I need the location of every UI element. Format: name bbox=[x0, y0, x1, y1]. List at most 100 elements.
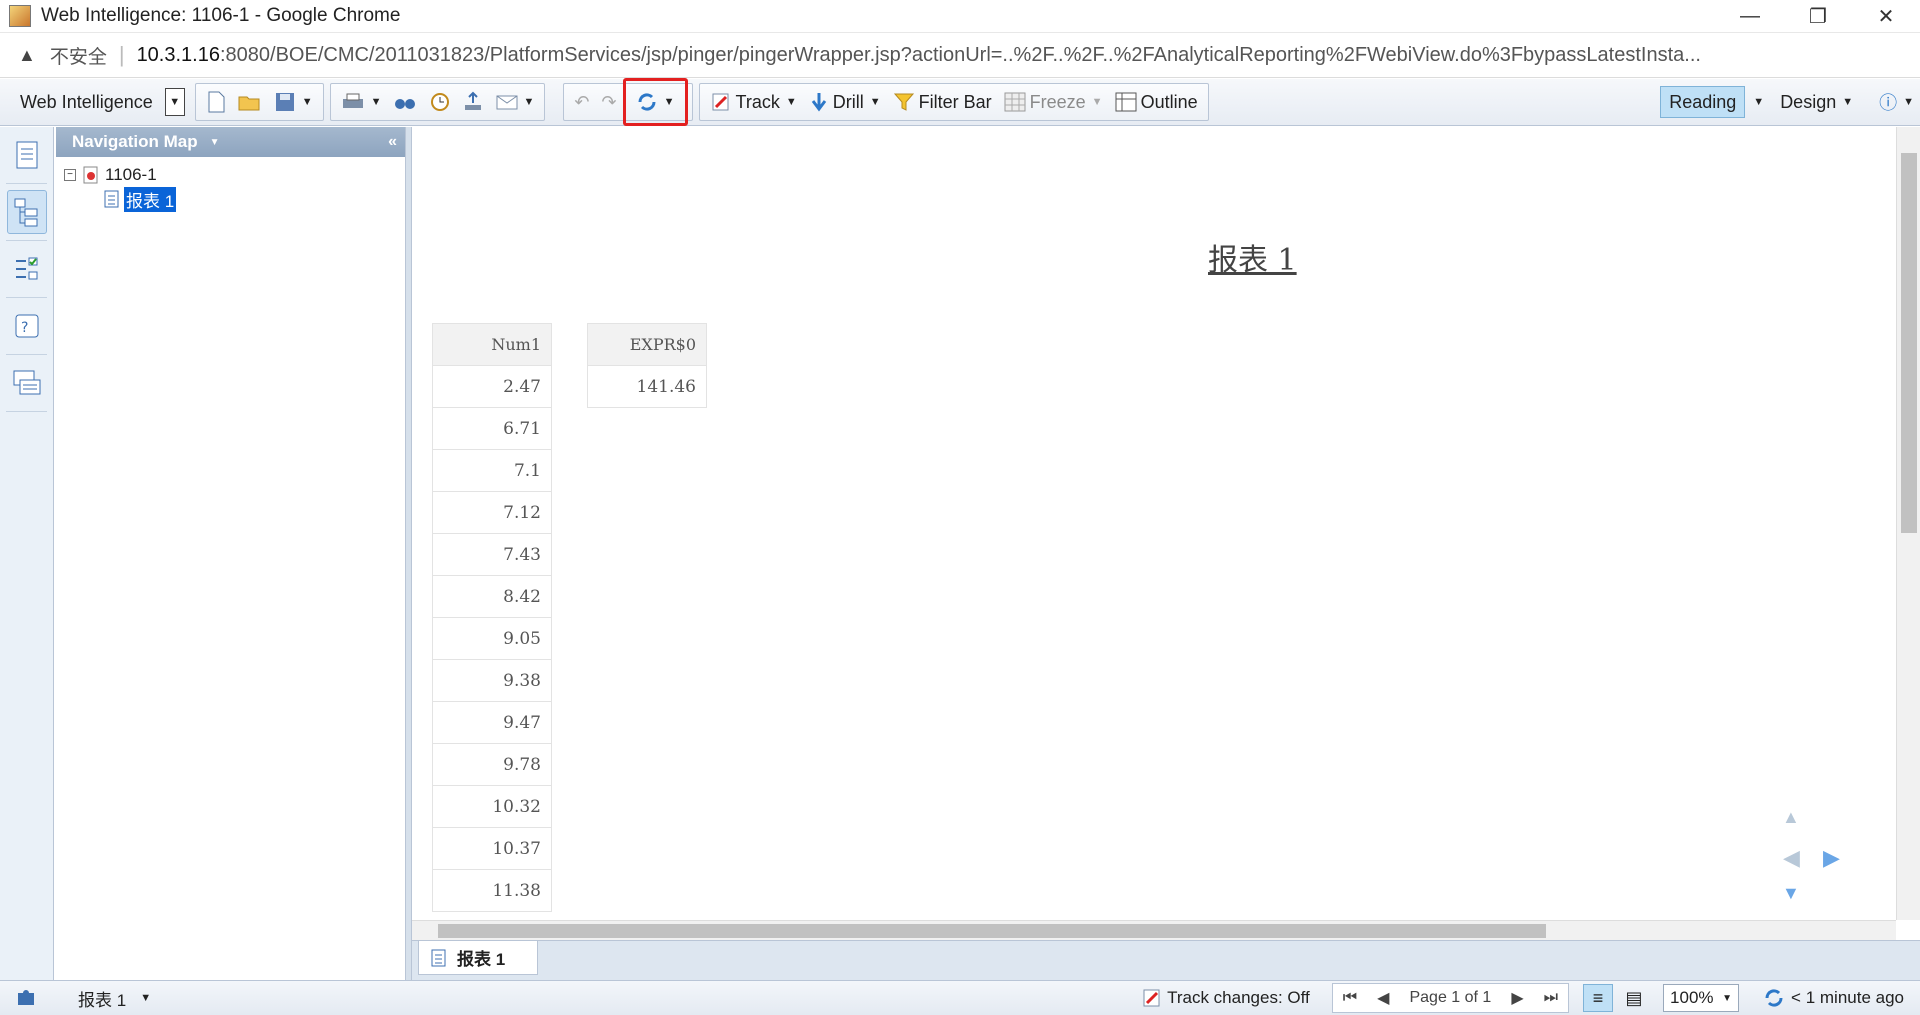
undo-icon[interactable]: ↶ bbox=[568, 84, 595, 120]
svg-text:?: ? bbox=[21, 320, 28, 336]
freeze-button[interactable]: Freeze ▼ bbox=[998, 84, 1109, 120]
tree-node-report[interactable]: 报表 1 bbox=[64, 186, 405, 212]
report-tab-strip: 报表 1 bbox=[412, 940, 1920, 980]
report-page-icon bbox=[431, 949, 446, 966]
print-icon[interactable]: ▼ bbox=[335, 84, 388, 120]
outline-icon bbox=[1115, 92, 1137, 112]
report-selector-dropdown[interactable]: ▼ bbox=[140, 992, 151, 1004]
warning-icon[interactable]: ▲ bbox=[18, 45, 36, 66]
expr-table: EXPR$0 141.46 bbox=[587, 323, 707, 408]
zoom-select[interactable]: 100% ▼ bbox=[1663, 984, 1740, 1012]
page-navigator: ⏮ ◀ Page 1 of 1 ▶ ⏭ bbox=[1331, 983, 1570, 1013]
refresh-status[interactable]: < 1 minute ago bbox=[1763, 987, 1920, 1009]
drill-button[interactable]: Drill ▼ bbox=[803, 84, 887, 120]
reading-mode-button[interactable]: Reading bbox=[1660, 86, 1746, 118]
new-document-icon[interactable] bbox=[200, 84, 232, 120]
output-group: ▼ ▼ bbox=[329, 83, 546, 121]
vertical-scrollbar[interactable] bbox=[1896, 127, 1920, 920]
track-label: Track bbox=[735, 91, 780, 112]
main-toolbar: Web Intelligence ▼ ▼ ▼ ▼ ↶ ↷ ▼ Track ▼ Dr… bbox=[0, 78, 1920, 126]
input-controls-icon[interactable] bbox=[7, 247, 47, 291]
restore-button[interactable]: ❐ bbox=[1784, 0, 1852, 33]
find-icon[interactable] bbox=[388, 84, 422, 120]
table-cell[interactable]: 8.42 bbox=[432, 575, 552, 618]
pan-down-icon[interactable]: ▼ bbox=[1782, 883, 1800, 904]
table-cell[interactable]: 7.12 bbox=[432, 491, 552, 534]
email-icon[interactable]: ▼ bbox=[490, 84, 541, 120]
rail-separator bbox=[6, 240, 47, 241]
page-display-icon[interactable]: ▤ bbox=[1619, 984, 1649, 1012]
refresh-icon[interactable]: ▼ bbox=[636, 84, 675, 120]
last-refresh-label: < 1 minute ago bbox=[1791, 988, 1904, 1007]
next-page-icon[interactable]: ▶ bbox=[1501, 988, 1533, 1008]
minimize-button[interactable]: — bbox=[1716, 0, 1784, 33]
app-label[interactable]: Web Intelligence bbox=[14, 84, 159, 120]
filter-bar-button[interactable]: Filter Bar bbox=[887, 84, 998, 120]
freeze-icon bbox=[1004, 92, 1026, 112]
help-icon[interactable]: ⓘ ▼ bbox=[1873, 84, 1920, 120]
address-bar[interactable]: ▲ 不安全 | 10.3.1.16:8080/BOE/CMC/201103182… bbox=[0, 33, 1920, 78]
table-cell[interactable]: 11.38 bbox=[432, 869, 552, 912]
rail-separator bbox=[6, 297, 47, 298]
tree-collapse-toggle-icon[interactable]: − bbox=[64, 169, 76, 181]
table-cell[interactable]: 6.71 bbox=[432, 407, 552, 450]
num1-table: Num1 2.47 6.71 7.1 7.12 7.43 8.42 9.05 9… bbox=[432, 323, 552, 912]
track-changes-status[interactable]: Track changes: Off bbox=[1141, 987, 1310, 1009]
window-controls: — ❐ ✕ bbox=[1716, 0, 1920, 33]
table-cell[interactable]: 9.78 bbox=[432, 743, 552, 786]
table-cell[interactable]: 2.47 bbox=[432, 365, 552, 408]
available-objects-icon[interactable]: ? bbox=[7, 304, 47, 348]
pan-left-icon[interactable]: ◀ bbox=[1783, 845, 1800, 871]
horizontal-scrollbar[interactable] bbox=[412, 920, 1896, 940]
url-field[interactable]: 10.3.1.16:8080/BOE/CMC/2011031823/Platfo… bbox=[137, 44, 1877, 67]
comments-icon[interactable] bbox=[7, 361, 47, 405]
table-cell[interactable]: 9.05 bbox=[432, 617, 552, 660]
first-page-icon[interactable]: ⏮ bbox=[1333, 989, 1367, 1007]
reading-dropdown[interactable]: ▼ bbox=[1753, 96, 1764, 108]
design-mode-button[interactable]: Design ▼ bbox=[1774, 84, 1859, 120]
app-menu-dropdown[interactable]: ▼ bbox=[164, 88, 185, 116]
table-cell[interactable]: 9.47 bbox=[432, 701, 552, 744]
refresh-status-icon bbox=[1765, 989, 1783, 1007]
tree-node-document[interactable]: − 1106-1 bbox=[64, 163, 405, 187]
security-label[interactable]: 不安全 bbox=[50, 42, 107, 69]
zoom-dropdown-icon: ▼ bbox=[1722, 992, 1733, 1004]
pan-right-icon[interactable]: ▶ bbox=[1823, 845, 1840, 871]
track-changes-icon bbox=[1143, 989, 1160, 1007]
table-header[interactable]: Num1 bbox=[432, 323, 552, 366]
app-menu[interactable]: Web Intelligence ▼ bbox=[10, 83, 189, 121]
page-indicator[interactable]: Page 1 of 1 bbox=[1399, 989, 1501, 1007]
vertical-scroll-thumb[interactable] bbox=[1901, 153, 1917, 533]
outline-button[interactable]: Outline bbox=[1109, 84, 1204, 120]
quick-display-icon[interactable]: ≡ bbox=[1583, 984, 1614, 1012]
table-cell[interactable]: 141.46 bbox=[587, 365, 707, 408]
table-cell[interactable]: 7.43 bbox=[432, 533, 552, 576]
tab-report-1[interactable]: 报表 1 bbox=[418, 941, 538, 975]
navigation-map-icon[interactable] bbox=[7, 190, 47, 234]
table-cell[interactable]: 7.1 bbox=[432, 449, 552, 492]
redo-icon[interactable]: ↷ bbox=[596, 84, 623, 120]
open-folder-icon[interactable] bbox=[232, 84, 268, 120]
table-header[interactable]: EXPR$0 bbox=[587, 323, 707, 366]
last-page-icon[interactable]: ⏭ bbox=[1534, 989, 1568, 1007]
close-button[interactable]: ✕ bbox=[1852, 0, 1920, 33]
pan-up-icon[interactable]: ▲ bbox=[1782, 807, 1800, 828]
rail-separator bbox=[6, 183, 47, 184]
previous-page-icon[interactable]: ◀ bbox=[1367, 988, 1399, 1008]
webi-document-icon bbox=[83, 166, 98, 184]
left-rail: ? bbox=[0, 127, 54, 980]
collapse-panel-icon[interactable]: « bbox=[388, 133, 397, 151]
history-icon[interactable] bbox=[422, 84, 456, 120]
save-icon[interactable]: ▼ bbox=[268, 84, 319, 120]
export-icon[interactable] bbox=[456, 84, 490, 120]
report-selector[interactable]: 报表 1 bbox=[78, 986, 126, 1011]
puzzle-icon[interactable] bbox=[14, 985, 38, 1012]
table-cell[interactable]: 10.32 bbox=[432, 785, 552, 828]
track-button[interactable]: Track ▼ bbox=[704, 84, 803, 120]
table-cell[interactable]: 9.38 bbox=[432, 659, 552, 702]
track-icon bbox=[712, 93, 728, 111]
navigation-menu-dropdown[interactable]: ▼ bbox=[210, 137, 220, 148]
document-summary-icon[interactable] bbox=[7, 133, 47, 177]
table-cell[interactable]: 10.37 bbox=[432, 827, 552, 870]
horizontal-scroll-thumb[interactable] bbox=[438, 924, 1546, 938]
